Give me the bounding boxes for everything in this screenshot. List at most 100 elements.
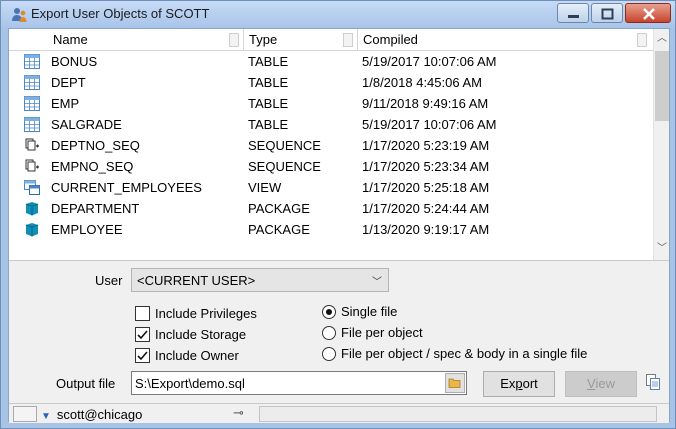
- grid-header: Name Type Compiled: [9, 29, 653, 51]
- dialog-client-area: Name Type Compiled BONUS TABLE 5/19/2017 1…: [8, 28, 670, 423]
- file-per-object-label[interactable]: File per object: [341, 325, 423, 340]
- file-per-object-spec-body-radio[interactable]: [322, 347, 336, 361]
- browse-folder-button[interactable]: [445, 373, 465, 393]
- cell-name: DEPT: [51, 75, 86, 90]
- cell-name: BONUS: [51, 54, 98, 69]
- column-divider: [243, 29, 244, 51]
- column-header-compiled[interactable]: Compiled: [359, 29, 418, 51]
- user-select[interactable]: <CURRENT USER> ﹀: [131, 268, 389, 292]
- table-row[interactable]: SALGRADE TABLE 5/19/2017 10:07:06 AM: [9, 114, 653, 135]
- sequence-icon: [24, 159, 40, 174]
- minimize-button[interactable]: [557, 3, 589, 23]
- table-icon: [24, 117, 40, 132]
- connection-label: scott@chicago: [56, 407, 143, 422]
- output-file-value: S:\Export\demo.sql: [135, 376, 245, 391]
- cell-type: PACKAGE: [248, 222, 310, 237]
- cell-name: DEPTNO_SEQ: [51, 138, 140, 153]
- dropdown-triangle-icon: ▼: [41, 411, 51, 422]
- view-button[interactable]: View: [565, 371, 637, 397]
- minimize-icon: [568, 15, 579, 18]
- include-owner-checkbox[interactable]: [135, 348, 150, 363]
- table-row[interactable]: CURRENT_EMPLOYEES VIEW 1/17/2020 5:25:18 A…: [9, 177, 653, 198]
- cell-type: TABLE: [248, 54, 289, 69]
- folder-icon: [448, 378, 461, 388]
- table-row[interactable]: BONUS TABLE 5/19/2017 10:07:06 AM: [9, 51, 653, 72]
- output-file-input[interactable]: S:\Export\demo.sql: [131, 371, 467, 395]
- status-indicator: [13, 406, 37, 422]
- column-filter-compiled[interactable]: [637, 33, 647, 47]
- pin-icon[interactable]: ⊸: [233, 405, 244, 421]
- vertical-scrollbar[interactable]: ︿ ﹀: [653, 29, 669, 260]
- table-row[interactable]: EMPLOYEE PACKAGE 1/13/2020 9:19:17 AM: [9, 219, 653, 240]
- cell-type: SEQUENCE: [248, 159, 321, 174]
- cell-name: EMP: [51, 96, 80, 111]
- cell-compiled: 1/13/2020 9:19:17 AM: [362, 222, 490, 237]
- table-icon: [24, 54, 40, 69]
- maximize-icon: [601, 8, 614, 20]
- cell-compiled: 1/8/2018 4:45:06 AM: [362, 75, 482, 90]
- view-icon: [24, 180, 40, 195]
- package-icon: [24, 201, 40, 216]
- column-filter-type[interactable]: [343, 33, 353, 47]
- single-file-label[interactable]: Single file: [341, 304, 397, 319]
- column-filter-name[interactable]: [229, 33, 239, 47]
- export-dialog-window: Export User Objects of SCOTT Name Type C…: [0, 0, 676, 429]
- copy-to-clipboard-icon[interactable]: [645, 373, 661, 391]
- include-storage-checkbox[interactable]: [135, 327, 150, 342]
- column-header-type[interactable]: Type: [245, 29, 277, 51]
- output-file-label: Output file: [56, 376, 116, 391]
- checkmark-icon: [137, 351, 148, 361]
- table-row[interactable]: EMPNO_SEQ SEQUENCE 1/17/2020 5:23:34 AM: [9, 156, 653, 177]
- table-row[interactable]: EMP TABLE 9/11/2018 9:49:16 AM: [9, 93, 653, 114]
- file-per-object-radio[interactable]: [322, 326, 336, 340]
- users-icon: [12, 8, 27, 22]
- cell-compiled: 1/17/2020 5:23:34 AM: [362, 159, 490, 174]
- status-message-field: [259, 406, 657, 422]
- include-owner-label[interactable]: Include Owner: [155, 348, 239, 363]
- cell-name: DEPARTMENT: [51, 201, 140, 216]
- cell-type: TABLE: [248, 117, 289, 132]
- cell-compiled: 9/11/2018 9:49:16 AM: [362, 96, 489, 111]
- checkmark-icon: [137, 330, 148, 340]
- radio-selected-dot: [326, 309, 332, 315]
- cell-name: SALGRADE: [51, 117, 122, 132]
- cell-type: TABLE: [248, 96, 289, 111]
- scroll-up-icon[interactable]: ︿: [654, 31, 670, 47]
- scroll-down-icon[interactable]: ﹀: [654, 241, 670, 257]
- cell-name: CURRENT_EMPLOYEES: [51, 180, 202, 195]
- column-header-name[interactable]: Name: [49, 29, 88, 51]
- status-bar: ▼ scott@chicago ⊸: [9, 403, 669, 423]
- table-row[interactable]: DEPTNO_SEQ SEQUENCE 1/17/2020 5:23:19 AM: [9, 135, 653, 156]
- cell-compiled: 5/19/2017 10:07:06 AM: [362, 117, 497, 132]
- file-per-object-spec-body-label[interactable]: File per object / spec & body in a singl…: [341, 346, 587, 361]
- cell-name: EMPLOYEE: [51, 222, 123, 237]
- table-row[interactable]: DEPT TABLE 1/8/2018 4:45:06 AM: [9, 72, 653, 93]
- chevron-down-icon: ﹀: [372, 277, 382, 288]
- sequence-icon: [24, 138, 40, 153]
- include-storage-label[interactable]: Include Storage: [155, 327, 246, 342]
- cell-compiled: 5/19/2017 10:07:06 AM: [362, 54, 497, 69]
- window-title: Export User Objects of SCOTT: [31, 6, 210, 21]
- cell-compiled: 1/17/2020 5:25:18 AM: [362, 180, 490, 195]
- cell-type: PACKAGE: [248, 201, 310, 216]
- user-label: User: [95, 273, 123, 288]
- cell-type: SEQUENCE: [248, 138, 321, 153]
- connection-selector[interactable]: ▼ scott@chicago: [41, 407, 142, 422]
- object-grid[interactable]: Name Type Compiled BONUS TABLE 5/19/2017 1…: [9, 29, 669, 261]
- table-row[interactable]: DEPARTMENT PACKAGE 1/17/2020 5:24:44 AM: [9, 198, 653, 219]
- cell-name: EMPNO_SEQ: [51, 159, 134, 174]
- close-icon: [643, 8, 655, 20]
- package-icon: [24, 222, 40, 237]
- include-privileges-label[interactable]: Include Privileges: [155, 306, 257, 321]
- table-icon: [24, 75, 40, 90]
- user-select-value: <CURRENT USER>: [137, 273, 256, 288]
- cell-type: TABLE: [248, 75, 289, 90]
- maximize-button[interactable]: [591, 3, 623, 23]
- close-button[interactable]: [625, 3, 671, 23]
- single-file-radio[interactable]: [322, 305, 336, 319]
- scroll-thumb[interactable]: [655, 51, 669, 121]
- export-button[interactable]: Export: [483, 371, 555, 397]
- column-divider: [357, 29, 358, 51]
- title-bar[interactable]: Export User Objects of SCOTT: [1, 1, 675, 27]
- include-privileges-checkbox[interactable]: [135, 306, 150, 321]
